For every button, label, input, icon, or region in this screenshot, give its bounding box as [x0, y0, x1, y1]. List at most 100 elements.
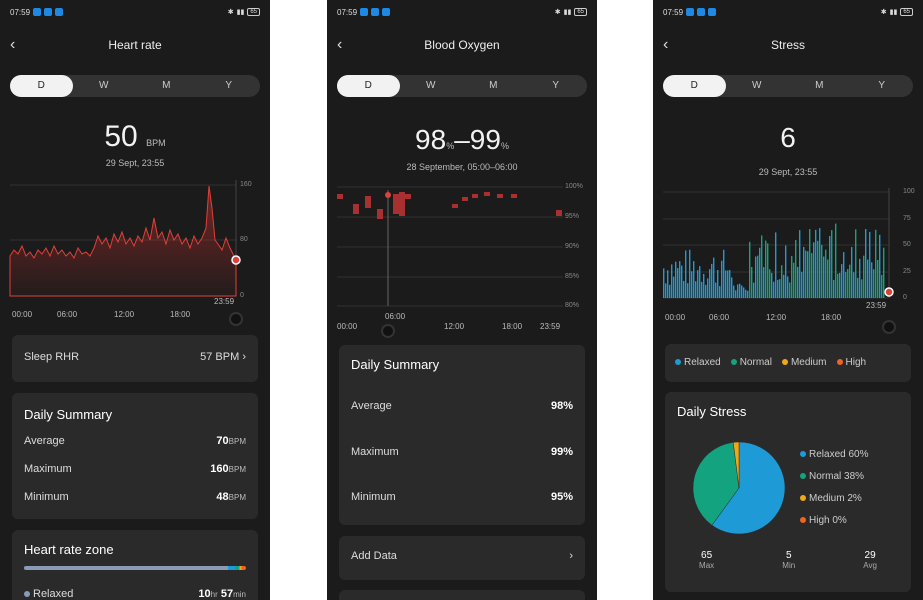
- sleep-rhr-card[interactable]: Sleep RHR 57 BPM ›: [12, 335, 258, 382]
- stress-bar: [715, 282, 717, 298]
- tab-month[interactable]: M: [788, 75, 851, 97]
- stress-bar: [867, 259, 869, 298]
- stress-bar: [869, 231, 871, 298]
- x-tick: 23:59: [540, 322, 561, 331]
- stress-bar: [733, 285, 735, 298]
- relaxed-dot-icon: [675, 359, 681, 365]
- tab-day[interactable]: D: [663, 75, 726, 97]
- stress-bar: [675, 261, 677, 298]
- stress-legend: Relaxed Normal Medium High: [675, 357, 866, 368]
- signal-icon: ▮▮: [889, 9, 898, 16]
- stress-stats: 65 Max 5 Min 29 Avg: [665, 550, 911, 570]
- stress-bar: [745, 289, 747, 298]
- stress-bars: [663, 223, 885, 298]
- stress-bar: [863, 255, 865, 298]
- high-dot-icon: [800, 517, 806, 523]
- zone-item-label: Relaxed: [33, 588, 74, 600]
- stress-bar: [839, 272, 841, 298]
- stress-bar: [787, 276, 789, 298]
- stress-bar: [827, 259, 829, 298]
- stress-bar: [803, 246, 805, 298]
- next-card: [339, 590, 585, 600]
- stress-bar: [737, 284, 739, 298]
- relaxed-dot-icon: [24, 591, 30, 597]
- pie-legend: Relaxed 60% Normal 38% Medium 2% High 0%: [800, 444, 868, 532]
- tab-day[interactable]: D: [337, 75, 400, 97]
- tab-week[interactable]: W: [400, 75, 463, 97]
- y-tick: 75: [903, 215, 911, 222]
- stress-bar: [691, 271, 693, 298]
- high-dot-icon: [836, 359, 843, 365]
- tab-month[interactable]: M: [135, 75, 198, 97]
- stress-bar: [845, 271, 847, 298]
- stress-bar: [773, 281, 775, 298]
- stress-bar: [865, 228, 867, 298]
- stress-bar: [823, 256, 825, 298]
- stress-legend-card: Relaxed Normal Medium High: [665, 344, 911, 382]
- stress-bar: [679, 261, 681, 298]
- tab-day[interactable]: D: [10, 75, 73, 97]
- zone-bar: [24, 566, 246, 570]
- stress-screen: 07:59 ✱ ▮▮ 65 ‹ Stress D W M Y 6 29 Sept, …: [653, 0, 923, 600]
- bluetooth-icon: ✱: [554, 9, 561, 16]
- sleep-rhr-value: 57 BPM: [200, 351, 240, 363]
- stress-bar: [669, 284, 671, 298]
- stress-bar: [677, 268, 679, 298]
- stat-value: 29: [864, 550, 876, 561]
- page-title: Heart rate: [108, 38, 162, 52]
- legend-label: Normal: [739, 357, 772, 368]
- x-tick: 12:00: [766, 313, 787, 322]
- x-tick: 18:00: [821, 313, 842, 322]
- relaxed-dot-icon: [800, 451, 806, 457]
- x-tick: 00:00: [337, 322, 358, 331]
- stress-bar: [699, 266, 701, 298]
- medium-dot-icon: [781, 359, 788, 365]
- stress-pie-chart: [692, 441, 786, 535]
- blood-oxygen-range: 98%–99%: [415, 124, 509, 155]
- stress-bar: [795, 239, 797, 298]
- stress-bar: [731, 277, 733, 298]
- summary-label: Maximum: [351, 446, 399, 458]
- stress-bar: [717, 269, 719, 298]
- daily-stress-title: Daily Stress: [677, 404, 747, 419]
- stress-bar: [861, 279, 863, 298]
- stress-bar: [709, 269, 711, 298]
- stress-bar: [771, 272, 773, 298]
- status-time: 07:59: [663, 7, 684, 17]
- x-tick: 06:00: [385, 312, 406, 321]
- summary-value: 160: [210, 463, 229, 475]
- tab-week[interactable]: W: [726, 75, 789, 97]
- chart-scrubber-handle[interactable]: [381, 324, 395, 338]
- y-tick: 80%: [565, 302, 580, 309]
- stress-bar: [877, 260, 879, 298]
- stress-date: 29 Sept, 23:55: [758, 167, 818, 177]
- stress-bar: [753, 282, 755, 298]
- tab-month[interactable]: M: [462, 75, 525, 97]
- period-tabs: D W M Y: [337, 75, 587, 97]
- stress-bar: [695, 281, 697, 298]
- tab-year[interactable]: Y: [851, 75, 914, 97]
- heart-rate-area: [9, 185, 237, 297]
- tab-year[interactable]: Y: [525, 75, 588, 97]
- chart-scrubber-handle[interactable]: [229, 312, 243, 326]
- stress-bar: [747, 290, 749, 298]
- summary-label: Minimum: [24, 491, 69, 503]
- stress-bar: [833, 279, 835, 298]
- period-tabs: D W M Y: [10, 75, 260, 97]
- tab-week[interactable]: W: [73, 75, 136, 97]
- stress-bar: [687, 283, 689, 298]
- chart-scrubber-handle[interactable]: [882, 320, 896, 334]
- stress-bar: [697, 270, 699, 298]
- tab-year[interactable]: Y: [198, 75, 261, 97]
- stat-label: Avg: [863, 561, 877, 570]
- stress-bar: [701, 281, 703, 298]
- stress-bar: [775, 232, 777, 298]
- battery-indicator: 65: [247, 8, 260, 16]
- stress-bar: [829, 236, 831, 298]
- add-data-button[interactable]: Add Data ›: [339, 536, 585, 580]
- stress-bar: [855, 229, 857, 298]
- stress-bar: [663, 268, 665, 298]
- stress-bar: [791, 255, 793, 298]
- legend-label: Relaxed: [684, 357, 721, 368]
- daily-summary-title: Daily Summary: [351, 357, 440, 372]
